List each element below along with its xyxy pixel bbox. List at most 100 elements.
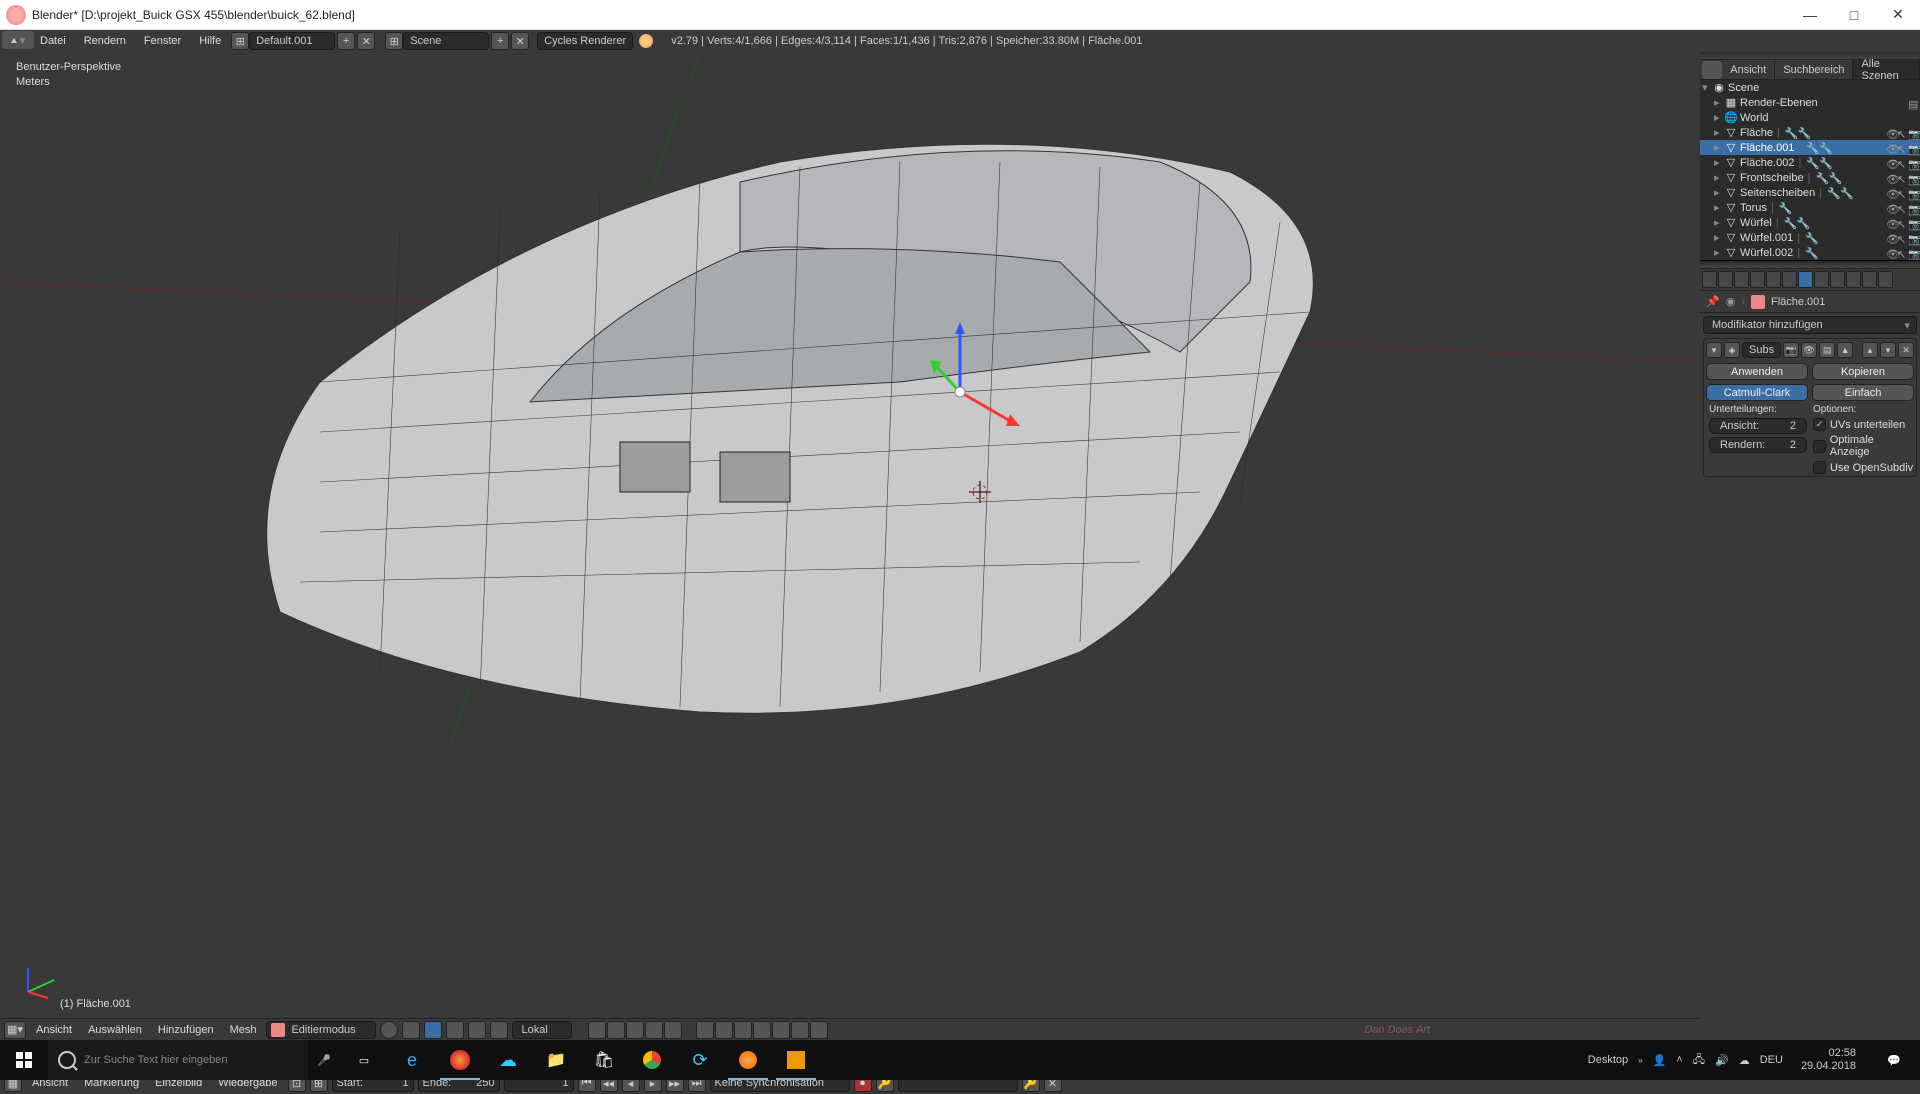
- screen-add-button[interactable]: +: [337, 32, 355, 50]
- scene-delete-button[interactable]: ✕: [511, 32, 529, 50]
- subdiv-type-catmull[interactable]: Catmull-Clark: [1706, 384, 1808, 401]
- viewport-menu-add[interactable]: Hinzufügen: [152, 1024, 220, 1036]
- restrict-view-icon[interactable]: 👁: [1886, 173, 1896, 183]
- tray-volume-icon[interactable]: 🔊: [1715, 1054, 1729, 1067]
- restrict-view-icon[interactable]: 👁: [1886, 233, 1896, 243]
- option-use-opensubdiv[interactable]: Use OpenSubdiv: [1810, 461, 1914, 474]
- restrict-select-icon[interactable]: ↖: [1897, 203, 1907, 213]
- restrict-render-icon[interactable]: 📷: [1908, 218, 1918, 228]
- ptab-particles[interactable]: [1862, 271, 1877, 288]
- area-splitter[interactable]: [1700, 261, 1920, 269]
- action-center-button[interactable]: 💬: [1874, 1040, 1914, 1080]
- tree-item[interactable]: ▸▽Fläche.002|🔧🔧👁↖📷: [1700, 155, 1920, 170]
- tree-item[interactable]: ▸▽Würfel.001|🔧👁↖📷: [1700, 230, 1920, 245]
- modifier-editmode-toggle[interactable]: ▤: [1819, 342, 1835, 358]
- tree-item[interactable]: ▸▦Render-Ebenen▤: [1700, 95, 1920, 110]
- restrict-select-icon[interactable]: ↖: [1897, 188, 1907, 198]
- modifier-delete[interactable]: ✕: [1898, 342, 1914, 358]
- tree-item[interactable]: ▸▽Würfel.002|🔧👁↖📷: [1700, 245, 1920, 260]
- ptab-world[interactable]: [1750, 271, 1765, 288]
- outliner-menu-search[interactable]: Suchbereich: [1775, 60, 1853, 79]
- desktop-toolbar-label[interactable]: Desktop: [1588, 1054, 1628, 1066]
- taskbar-search[interactable]: Zur Suche Text hier eingeben: [48, 1040, 308, 1080]
- add-modifier-dropdown[interactable]: Modifikator hinzufügen: [1703, 316, 1917, 334]
- outliner-editor-type-selector[interactable]: [1702, 61, 1722, 79]
- 3d-viewport[interactable]: Benutzer-Perspektive Meters: [0, 52, 1700, 1040]
- viewport-editor-type-selector[interactable]: ▦▾: [4, 1021, 26, 1039]
- tree-item[interactable]: ▸▽Seitenscheiben|🔧🔧👁↖📷: [1700, 185, 1920, 200]
- restrict-render-icon[interactable]: 📷: [1908, 188, 1918, 198]
- taskbar-app-chrome[interactable]: [628, 1040, 676, 1080]
- outliner-tree[interactable]: ▾ ◉ Scene ▸▦Render-Ebenen▤▸🌐World▸▽Fläch…: [1700, 80, 1920, 260]
- restrict-select-icon[interactable]: ↖: [1897, 233, 1907, 243]
- restrict-render-icon[interactable]: 📷: [1908, 158, 1918, 168]
- screen-layout-field[interactable]: Default.001: [249, 32, 335, 50]
- tree-item[interactable]: ▸🌐World: [1700, 110, 1920, 125]
- screen-delete-button[interactable]: ✕: [357, 32, 375, 50]
- transform-orientation-dropdown[interactable]: Lokal: [512, 1021, 572, 1039]
- modifier-render-toggle[interactable]: 📷: [1783, 342, 1799, 358]
- ptab-data[interactable]: [1814, 271, 1829, 288]
- menu-render[interactable]: Rendern: [84, 35, 126, 47]
- restrict-select-icon[interactable]: ↖: [1897, 173, 1907, 183]
- select-mode-face[interactable]: [468, 1021, 486, 1039]
- ptab-physics[interactable]: [1878, 271, 1893, 288]
- taskbar-app-skype[interactable]: ☁: [484, 1040, 532, 1080]
- tree-item[interactable]: ▸▽Fläche.001|🔧🔧👁↖📷: [1700, 140, 1920, 155]
- restrict-view-icon[interactable]: 👁: [1886, 203, 1896, 213]
- task-view-button[interactable]: ▭: [340, 1040, 388, 1080]
- ptab-constraints[interactable]: [1782, 271, 1797, 288]
- restrict-view-icon[interactable]: 👁: [1886, 128, 1896, 138]
- select-mode-edge[interactable]: [446, 1021, 464, 1039]
- subdiv-view-field[interactable]: Ansicht:2: [1709, 418, 1807, 434]
- ptab-modifiers[interactable]: [1798, 271, 1813, 288]
- ptab-texture[interactable]: [1846, 271, 1861, 288]
- restrict-select-icon[interactable]: ↖: [1897, 143, 1907, 153]
- restrict-render-icon[interactable]: 📷: [1908, 143, 1918, 153]
- menu-window[interactable]: Fenster: [144, 35, 181, 47]
- select-mode-vertex[interactable]: [424, 1021, 442, 1039]
- tray-onedrive-icon[interactable]: ☁: [1739, 1054, 1750, 1067]
- window-close-button[interactable]: ✕: [1876, 0, 1920, 30]
- viewport-menu-select[interactable]: Auswählen: [82, 1024, 148, 1036]
- tree-item[interactable]: ▸▽Fläche|🔧🔧👁↖📷: [1700, 125, 1920, 140]
- restrict-render-icon[interactable]: 📷: [1908, 128, 1918, 138]
- restrict-select-icon[interactable]: ↖: [1897, 128, 1907, 138]
- editor-type-selector[interactable]: ▾: [2, 31, 34, 49]
- outliner-menu-view[interactable]: Ansicht: [1722, 60, 1775, 79]
- tree-item[interactable]: ▸▽Frontscheibe|🔧🔧👁↖📷: [1700, 170, 1920, 185]
- subdiv-render-field[interactable]: Rendern:2: [1709, 437, 1807, 453]
- modifier-move-up[interactable]: ▴: [1862, 342, 1878, 358]
- pivot-dropdown[interactable]: [402, 1021, 420, 1039]
- taskbar-app-unknown[interactable]: [772, 1040, 820, 1080]
- tree-item[interactable]: ▸▽Würfel|🔧🔧👁↖📷: [1700, 215, 1920, 230]
- menu-file[interactable]: Datei: [40, 35, 66, 47]
- tray-people-icon[interactable]: 👤: [1653, 1054, 1667, 1067]
- restrict-view-icon[interactable]: 👁: [1886, 143, 1896, 153]
- restrict-render-icon[interactable]: 📷: [1908, 248, 1918, 258]
- taskbar-app-blender[interactable]: [724, 1040, 772, 1080]
- taskbar-app-edge2[interactable]: ⟳: [676, 1040, 724, 1080]
- option-optimal-display[interactable]: Optimale Anzeige: [1810, 434, 1914, 458]
- outliner-display-mode[interactable]: Alle Szenen: [1853, 60, 1920, 79]
- start-button[interactable]: [0, 1040, 48, 1080]
- scene-browse-button[interactable]: ⊞: [385, 32, 403, 50]
- restrict-render-icon[interactable]: 📷: [1908, 203, 1918, 213]
- viewport-menu-view[interactable]: Ansicht: [30, 1024, 78, 1036]
- subdiv-type-simple[interactable]: Einfach: [1812, 384, 1914, 401]
- ptab-object[interactable]: [1766, 271, 1781, 288]
- tree-item[interactable]: ▸▽Torus|🔧👁↖📷: [1700, 200, 1920, 215]
- taskbar-app-edge[interactable]: e: [388, 1040, 436, 1080]
- snap-buttons[interactable]: [696, 1021, 828, 1039]
- restrict-view-icon[interactable]: 👁: [1886, 158, 1896, 168]
- menu-help[interactable]: Hilfe: [199, 35, 221, 47]
- ptab-scene[interactable]: [1734, 271, 1749, 288]
- taskbar-app-firefox[interactable]: [436, 1040, 484, 1080]
- render-engine-dropdown[interactable]: Cycles Renderer: [537, 32, 633, 50]
- viewport-menu-mesh[interactable]: Mesh: [224, 1024, 263, 1036]
- restrict-view-icon[interactable]: 👁: [1886, 188, 1896, 198]
- option-subdivide-uvs[interactable]: ✓UVs unterteilen: [1810, 418, 1914, 431]
- restrict-select-icon[interactable]: ↖: [1897, 218, 1907, 228]
- ptab-render[interactable]: [1702, 271, 1717, 288]
- modifier-expand-toggle[interactable]: ▾: [1706, 342, 1722, 358]
